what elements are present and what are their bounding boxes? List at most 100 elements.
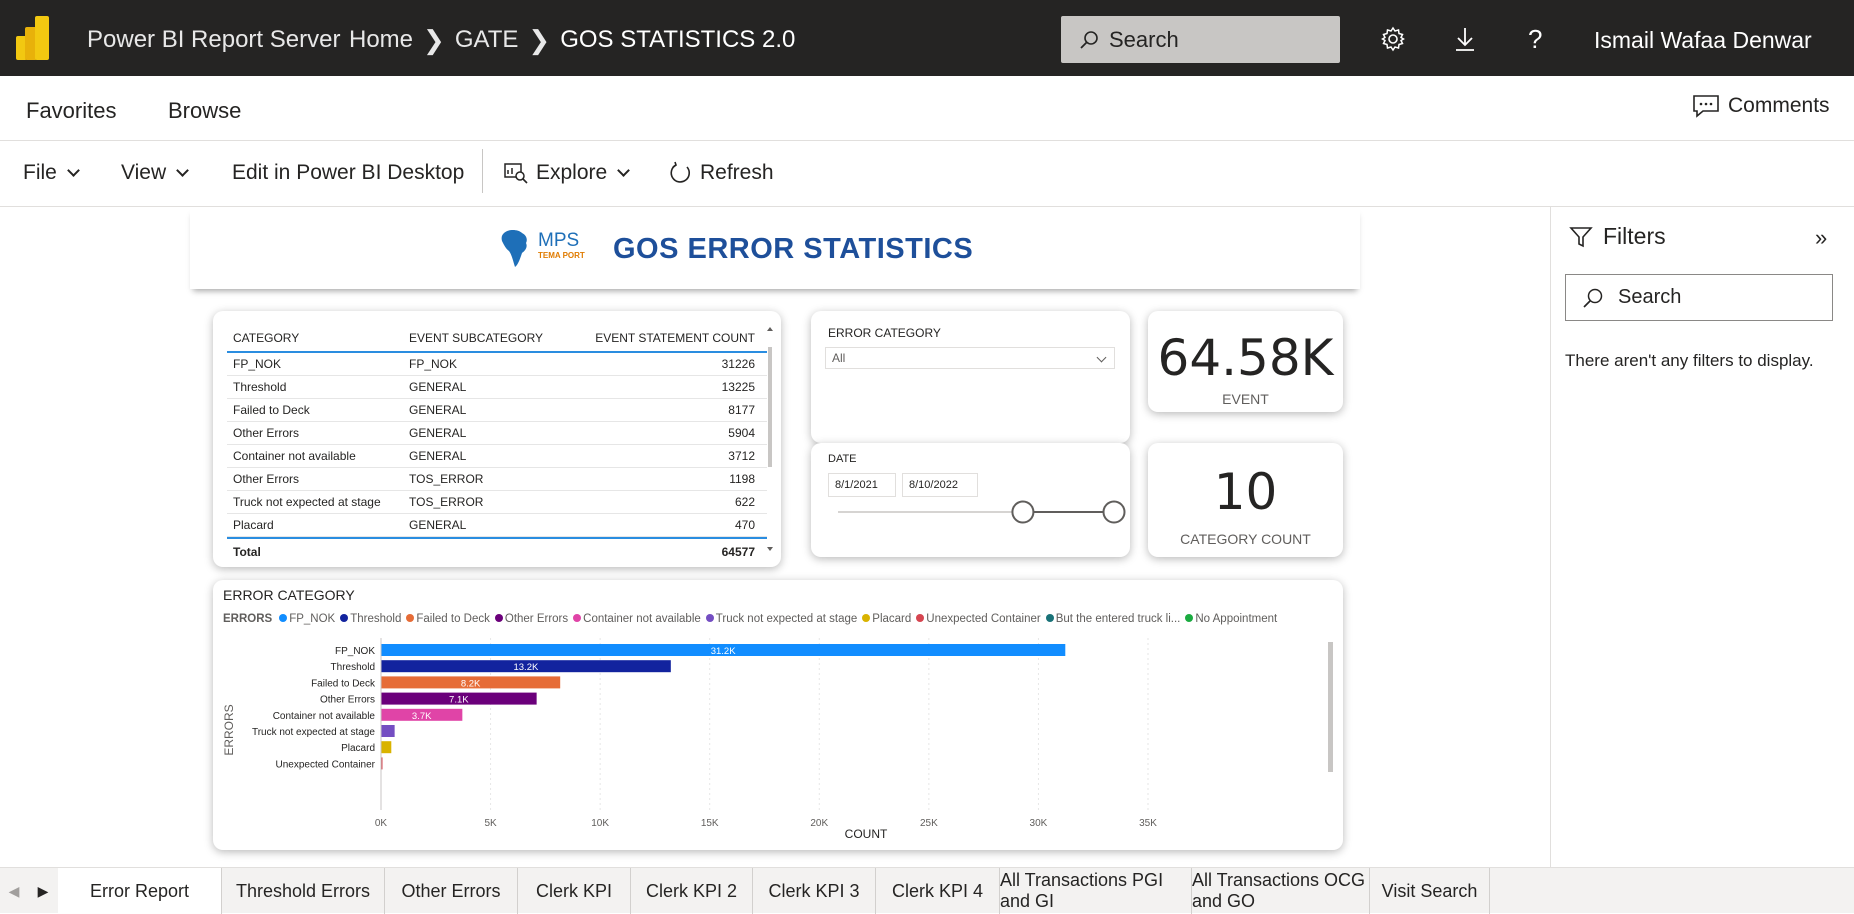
legend-label: Placard	[872, 613, 912, 625]
power-bi-logo-icon[interactable]	[16, 16, 56, 60]
tab-all-transactions-ocg-and-go[interactable]: All Transactions OCG and GO	[1192, 868, 1370, 914]
bar[interactable]	[381, 725, 395, 737]
chevron-down-icon	[1096, 352, 1107, 363]
view-label: View	[121, 161, 167, 184]
tab-all-transactions-pgi-and-gi[interactable]: All Transactions PGI and GI	[1000, 868, 1192, 914]
app-title[interactable]: Power BI Report Server	[87, 26, 340, 54]
category-table: CATEGORY EVENT SUBCATEGORY EVENT STATEME…	[227, 325, 767, 565]
bar-data-label: 3.7K	[412, 711, 432, 722]
legend-item[interactable]: FP_NOK	[279, 613, 335, 625]
table-row[interactable]: Failed to Deck GENERAL 8177	[227, 399, 767, 422]
cell-category: Other Errors	[233, 472, 300, 486]
y-axis-title: ERRORS	[222, 704, 236, 755]
filters-search-input[interactable]: Search	[1565, 274, 1833, 321]
nav-browse[interactable]: Browse	[168, 98, 241, 124]
y-category-label: Threshold	[331, 662, 375, 673]
cell-subcategory: GENERAL	[409, 518, 467, 532]
table-row[interactable]: Other Errors GENERAL 5904	[227, 422, 767, 445]
breadcrumb-gate[interactable]: GATE	[455, 26, 519, 54]
legend-item[interactable]: No Appointment	[1185, 613, 1277, 625]
legend-item[interactable]: But the entered truck li...	[1045, 613, 1180, 625]
breadcrumb-home[interactable]: Home	[349, 26, 413, 54]
download-icon[interactable]	[1452, 26, 1478, 52]
tab-clerk-kpi-4[interactable]: Clerk KPI 4	[876, 868, 1000, 914]
slider-end-handle[interactable]	[1102, 500, 1126, 524]
date-range-slider[interactable]	[836, 497, 1126, 527]
chevron-down-icon	[176, 164, 190, 177]
error-category-dropdown[interactable]: All	[825, 347, 1115, 369]
report-header: MPS TEMA PORT GOS ERROR STATISTICS	[190, 207, 1360, 289]
cell-count: 470	[734, 518, 755, 532]
table-row[interactable]: Container not available GENERAL 3712	[227, 445, 767, 468]
legend-title: ERRORS	[223, 613, 273, 625]
bar[interactable]	[381, 741, 392, 754]
legend-label: Unexpected Container	[926, 613, 1041, 625]
refresh-icon	[670, 161, 690, 183]
tab-threshold-errors[interactable]: Threshold Errors	[222, 868, 385, 914]
chart-scrollbar[interactable]	[1328, 642, 1333, 772]
legend-label: Threshold	[350, 613, 402, 625]
file-menu-button[interactable]: File	[23, 161, 80, 185]
cell-subcategory: TOS_ERROR	[409, 472, 484, 486]
collapse-double-chevron-icon[interactable]: »	[1815, 225, 1827, 251]
legend-item[interactable]: Other Errors	[494, 613, 569, 625]
slider-start-handle[interactable]	[1011, 500, 1035, 524]
legend-item[interactable]: Truck not expected at stage	[705, 613, 857, 625]
cell-category: Truck not expected at stage	[233, 495, 381, 509]
x-tick-label: 30K	[1030, 818, 1048, 829]
table-scrollbar[interactable]	[766, 325, 774, 555]
report-title: GOS ERROR STATISTICS	[613, 233, 974, 265]
header-subcategory[interactable]: EVENT SUBCATEGORY	[403, 331, 593, 345]
comments-button[interactable]: Comments	[1692, 94, 1830, 118]
table-row[interactable]: Threshold GENERAL 13225	[227, 376, 767, 399]
cell-subcategory: GENERAL	[409, 403, 467, 417]
table-row[interactable]: Truck not expected at stage TOS_ERROR 622	[227, 491, 767, 514]
date-end-input[interactable]: 8/10/2022	[902, 473, 978, 497]
search-input[interactable]: Search	[1061, 16, 1340, 63]
header-count[interactable]: EVENT STATEMENT COUNT	[593, 331, 761, 345]
y-category-label: Container not available	[273, 711, 376, 722]
category-count-kpi-card: 10 CATEGORY COUNT	[1148, 443, 1343, 557]
chevron-right-icon: ❯	[423, 25, 445, 55]
table-row[interactable]: Other Errors TOS_ERROR 1198	[227, 468, 767, 491]
user-name[interactable]: Ismail Wafaa Denwar	[1594, 27, 1812, 54]
y-category-label: FP_NOK	[335, 646, 375, 657]
legend-item[interactable]: Placard	[862, 613, 911, 625]
tab-scroll-right-icon[interactable]: ▶	[28, 868, 58, 914]
tab-clerk-kpi-2[interactable]: Clerk KPI 2	[631, 868, 753, 914]
explore-label: Explore	[536, 161, 608, 184]
search-icon	[1080, 30, 1098, 49]
tab-clerk-kpi[interactable]: Clerk KPI	[518, 868, 631, 914]
table-row[interactable]: FP_NOK FP_NOK 31226	[227, 353, 767, 376]
edit-in-desktop-button[interactable]: Edit in Power BI Desktop	[232, 161, 464, 185]
tab-clerk-kpi-3[interactable]: Clerk KPI 3	[753, 868, 876, 914]
legend-item[interactable]: Threshold	[340, 613, 401, 625]
cell-count: 13225	[721, 380, 755, 394]
nav-favorites[interactable]: Favorites	[26, 98, 116, 124]
tab-error-report[interactable]: Error Report	[58, 868, 222, 914]
top-bar: Power BI Report Server Home ❯ GATE ❯ GOS…	[0, 0, 1854, 76]
legend-item[interactable]: Failed to Deck	[406, 613, 490, 625]
settings-gear-icon[interactable]	[1380, 26, 1406, 52]
cell-category: Placard	[233, 518, 274, 532]
chart-plot: ERRORS COUNT 0K 5K 10K 15K 20K 25K 30K 35K FP_NO…	[222, 638, 1333, 841]
table-body: FP_NOK FP_NOK 31226 Threshold GENERAL 13225 Fa…	[227, 353, 767, 537]
tab-visit-search[interactable]: Visit Search	[1370, 868, 1490, 914]
help-icon[interactable]: ?	[1528, 24, 1554, 54]
cell-category: FP_NOK	[233, 357, 282, 371]
legend-label: Other Errors	[504, 613, 569, 625]
header-category[interactable]: CATEGORY	[227, 331, 403, 345]
date-start-input[interactable]: 8/1/2021	[828, 473, 896, 497]
view-menu-button[interactable]: View	[121, 161, 190, 185]
table-row[interactable]: Placard GENERAL 470	[227, 514, 767, 537]
legend-item[interactable]: Container not available	[573, 613, 701, 625]
legend-item[interactable]: Unexpected Container	[916, 613, 1041, 625]
error-category-slicer: ERROR CATEGORY All	[811, 311, 1130, 443]
tab-scroll-left-icon[interactable]: ◀	[0, 868, 28, 914]
category-table-card: CATEGORY EVENT SUBCATEGORY EVENT STATEME…	[213, 311, 781, 567]
tab-other-errors[interactable]: Other Errors	[385, 868, 518, 914]
date-slicer: DATE 8/1/2021 8/10/2022	[811, 443, 1130, 557]
explore-menu-button[interactable]: Explore	[504, 161, 631, 185]
toolbar: File View Edit in Power BI Desktop Explo…	[0, 141, 1854, 207]
refresh-button[interactable]: Refresh	[668, 161, 774, 185]
